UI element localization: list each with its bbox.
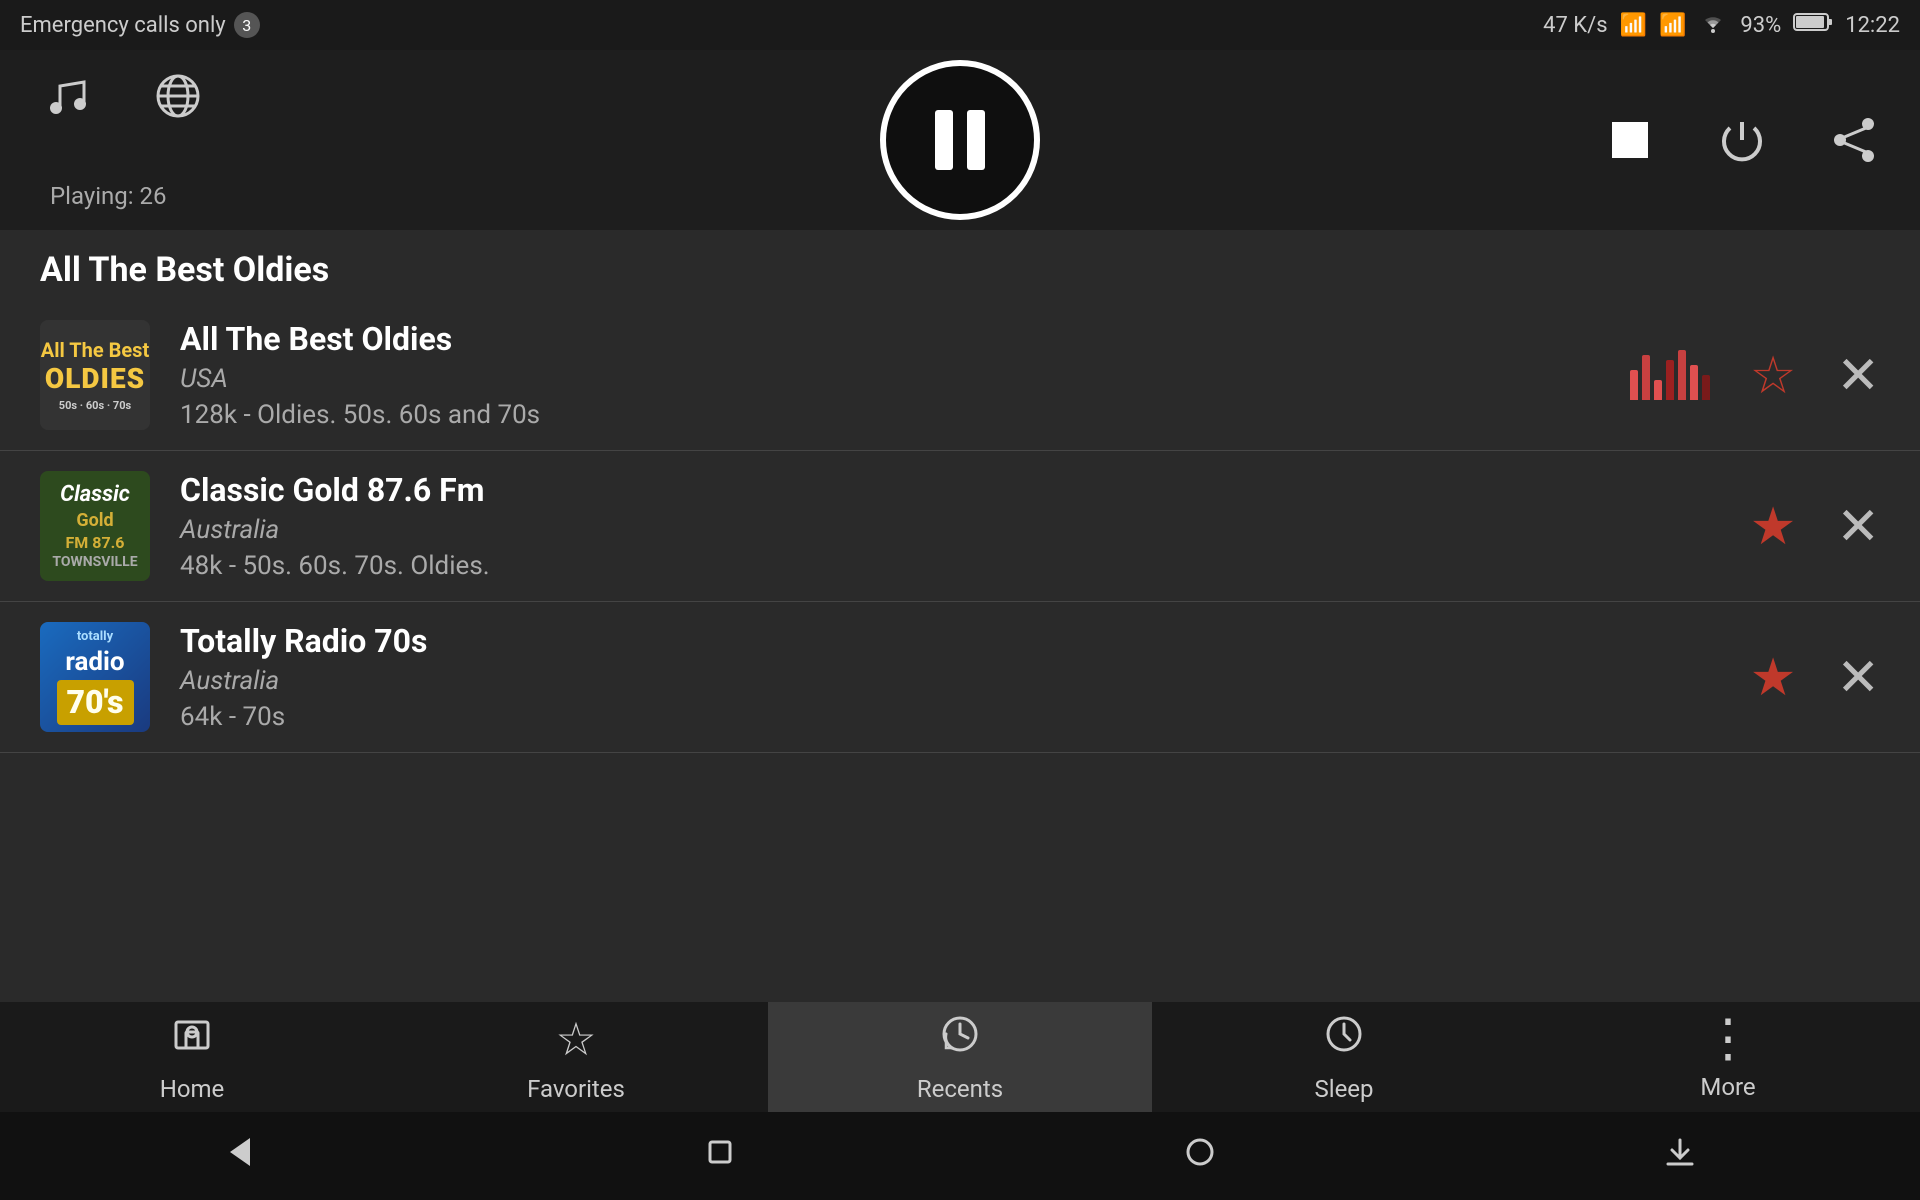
emergency-text: Emergency calls only [20,13,226,38]
stop-button[interactable] [1604,114,1656,166]
android-nav [0,1112,1920,1200]
station-info: All The Best Oldies USA 128k - Oldies. 5… [150,320,1630,430]
station-desc: 64k - 70s [180,702,1750,732]
nav-home[interactable]: Home [0,1002,384,1112]
station-thumbnail: Classic Gold FM 87.6 TOWNSVILLE [40,471,150,581]
notification-badge: 3 [234,12,260,38]
favorite-button[interactable]: ★ [1750,647,1797,708]
battery-text: 93% [1740,13,1781,38]
station-item[interactable]: Classic Gold FM 87.6 TOWNSVILLE Classic … [0,451,1920,602]
nav-recents-label: Recents [917,1075,1003,1103]
station-country: Australia [180,515,1750,545]
station-desc: 128k - Oldies. 50s. 60s and 70s [180,400,1630,430]
home-icon [170,1012,214,1067]
station-desc: 48k - 50s. 60s. 70s. Oldies. [180,551,1750,581]
eq-visualizer [1630,350,1710,400]
android-back-btn[interactable] [222,1134,258,1179]
favorites-icon: ☆ [555,1012,596,1067]
battery-icon [1793,11,1833,39]
nav-recents[interactable]: Recents [768,1002,1152,1112]
share-button[interactable] [1828,114,1880,166]
bottom-nav: Home ☆ Favorites Recents Sleep ⋮ More [0,1002,1920,1112]
station-name: Totally Radio 70s [180,622,1750,660]
top-left-section: Playing: 26 [40,70,204,210]
status-left: Emergency calls only 3 [20,12,260,38]
pause-button-wrap [880,60,1040,220]
remove-button[interactable]: ✕ [1836,345,1880,406]
station-item[interactable]: totally radio 70's Totally Radio 70s Aus… [0,602,1920,753]
music-icon[interactable] [40,70,92,122]
playing-label: Playing: 26 [50,182,167,210]
favorite-button[interactable]: ☆ [1750,345,1797,406]
top-bar: Playing: 26 [0,50,1920,230]
nav-home-label: Home [160,1075,225,1103]
station-thumbnail: All The Best OLDIES 50s · 60s · 70s [40,320,150,430]
station-country: USA [180,364,1630,394]
station-country: Australia [180,666,1750,696]
clock: 12:22 [1845,13,1900,38]
status-bar: Emergency calls only 3 47 K/s 📶 📶 93% 12… [0,0,1920,50]
nav-favorites-label: Favorites [527,1075,625,1103]
signal-icon: 📶 [1659,13,1686,38]
station-info: Totally Radio 70s Australia 64k - 70s [150,622,1750,732]
nav-sleep-label: Sleep [1314,1075,1373,1103]
status-right: 47 K/s 📶 📶 93% 12:22 [1543,10,1900,40]
station-list: All The Best OLDIES 50s · 60s · 70s All … [0,300,1920,753]
nav-sleep[interactable]: Sleep [1152,1002,1536,1112]
globe-icon[interactable] [152,70,204,122]
sleep-icon [1322,1012,1366,1067]
nav-favorites[interactable]: ☆ Favorites [384,1002,768,1112]
nav-more[interactable]: ⋮ More [1536,1002,1920,1112]
bluetooth-icon: 📶 [1620,13,1647,38]
section-title: All The Best Oldies [0,230,1920,300]
remove-button[interactable]: ✕ [1836,496,1880,557]
recents-icon [938,1012,982,1067]
more-icon: ⋮ [1702,1013,1754,1065]
station-name: Classic Gold 87.6 Fm [180,471,1750,509]
station-info: Classic Gold 87.6 Fm Australia 48k - 50s… [150,471,1750,581]
station-name: All The Best Oldies [180,320,1630,358]
top-right-section [1604,114,1880,166]
favorite-button[interactable]: ★ [1750,496,1797,557]
android-home-btn[interactable] [702,1134,738,1179]
station-item[interactable]: All The Best OLDIES 50s · 60s · 70s All … [0,300,1920,451]
remove-button[interactable]: ✕ [1836,647,1880,708]
android-download-btn[interactable] [1662,1134,1698,1179]
wifi-icon [1698,10,1728,40]
android-recents-btn[interactable] [1182,1134,1218,1179]
power-button[interactable] [1716,114,1768,166]
pause-icon [935,110,985,170]
network-speed: 47 K/s [1543,13,1607,38]
pause-button[interactable] [880,60,1040,220]
station-thumbnail: totally radio 70's [40,622,150,732]
nav-more-label: More [1700,1073,1755,1101]
